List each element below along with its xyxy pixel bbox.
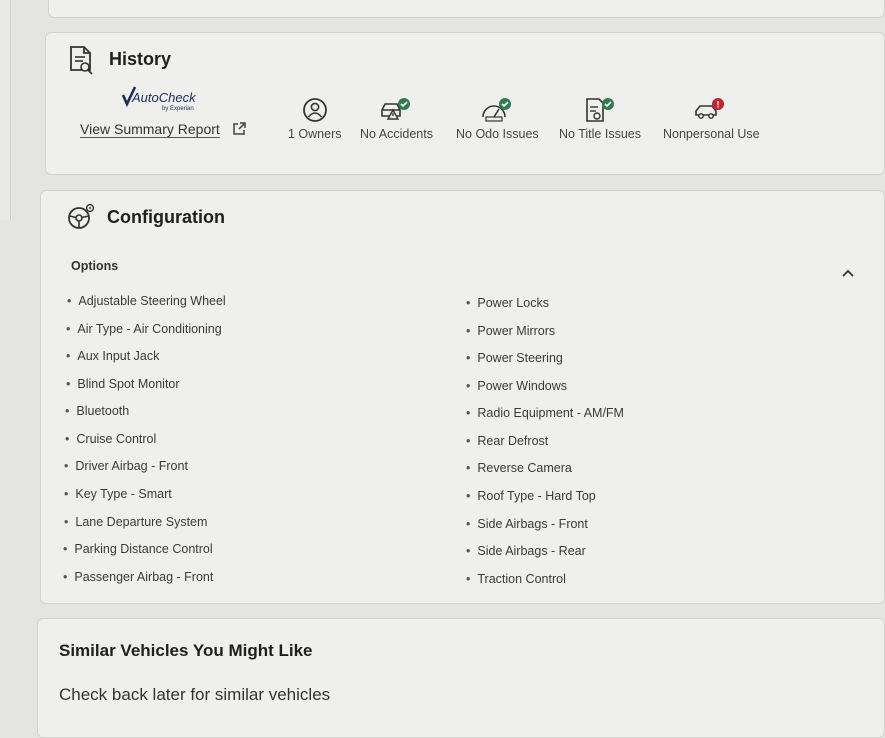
list-item: Aux Input Jack — [66, 349, 159, 363]
list-item: Cruise Control — [65, 432, 156, 446]
list-item: Traction Control — [466, 572, 565, 586]
list-item: Blind Spot Monitor — [66, 377, 179, 391]
list-item: Bluetooth — [65, 404, 129, 418]
list-item: Power Windows — [466, 379, 567, 393]
list-item: Power Locks — [466, 296, 549, 310]
chevron-up-icon[interactable] — [841, 265, 855, 283]
autocheck-logo: AutoCheck by Experian — [120, 85, 210, 118]
list-item: Adjustable Steering Wheel — [67, 294, 225, 308]
list-item: Side Airbags - Rear — [466, 544, 585, 558]
history-item-label: Nonpersonal Use — [663, 127, 760, 141]
history-title: History — [109, 49, 172, 69]
list-item: Power Steering — [466, 351, 562, 365]
list-item: Rear Defrost — [466, 434, 548, 448]
owner-icon — [288, 97, 342, 123]
list-item: Driver Airbag - Front — [64, 459, 188, 473]
history-item-label: No Accidents — [360, 127, 433, 141]
list-item: Radio Equipment - AM/FM — [466, 406, 624, 420]
steering-wheel-gear-icon — [65, 203, 95, 236]
list-item: Power Mirrors — [466, 324, 555, 338]
history-card: History AutoCheck by Experian View Summa… — [45, 32, 885, 175]
view-summary-report-link[interactable]: View Summary Report — [80, 121, 220, 137]
history-item-owners: 1 Owners — [288, 97, 342, 141]
odometer-check-icon — [456, 97, 539, 123]
list-item: Key Type - Smart — [64, 487, 171, 501]
svg-text:AutoCheck: AutoCheck — [131, 90, 197, 105]
history-item-odometer: No Odo Issues — [456, 97, 539, 141]
history-item-label: 1 Owners — [288, 127, 342, 141]
history-item-accidents: No Accidents — [360, 97, 433, 141]
nonpersonal-use-alert-icon: ! — [663, 97, 760, 123]
list-item: Passenger Airbag - Front — [63, 570, 213, 584]
history-item-label: No Title Issues — [559, 127, 641, 141]
options-label: Options — [71, 259, 119, 273]
list-item: Parking Distance Control — [63, 542, 212, 556]
title-check-icon — [559, 97, 641, 123]
list-item: Side Airbags - Front — [466, 517, 587, 531]
list-item: Air Type - Air Conditioning — [66, 322, 221, 336]
similar-vehicles-message: Check back later for similar vehicles — [59, 685, 331, 704]
history-item-nonpersonal: ! Nonpersonal Use — [663, 97, 760, 141]
accident-check-icon — [360, 97, 433, 123]
configuration-title: Configuration — [107, 207, 225, 227]
history-item-title: No Title Issues — [559, 97, 641, 141]
list-item: Reverse Camera — [466, 461, 571, 475]
list-item: Lane Departure System — [64, 515, 207, 529]
similar-vehicles-title: Similar Vehicles You Might Like — [59, 641, 313, 660]
svg-text:!: ! — [717, 100, 720, 110]
configuration-card: Configuration Options Adjustable Steerin… — [40, 190, 885, 604]
history-report-icon — [68, 45, 94, 80]
left-rail — [0, 0, 11, 220]
external-link-icon[interactable] — [232, 122, 246, 141]
history-item-label: No Odo Issues — [456, 127, 539, 141]
previous-card — [48, 0, 885, 18]
similar-vehicles-card: Similar Vehicles You Might Like Check ba… — [37, 618, 885, 738]
list-item: Roof Type - Hard Top — [466, 489, 595, 503]
svg-text:by Experian: by Experian — [162, 106, 194, 112]
